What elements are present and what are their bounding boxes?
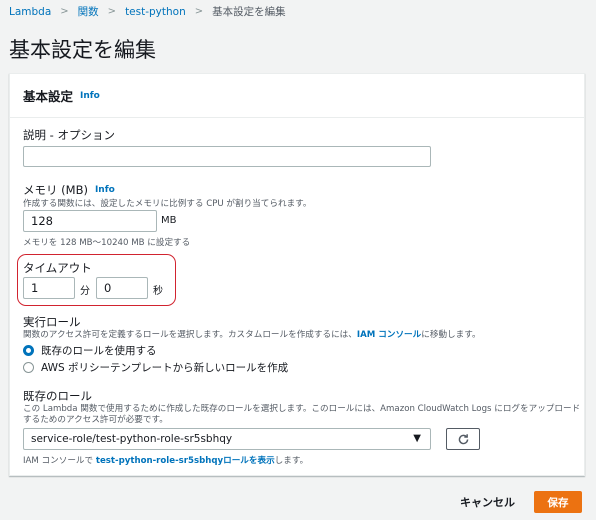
existing-role-selected-value: service-role/test-python-role-sr5sbhqy [31, 433, 233, 445]
basic-settings-panel: 基本設定 Info 説明 - オプション メモリ (MB) Info 作成する関… [9, 73, 585, 476]
radio-checked-icon[interactable] [23, 345, 34, 356]
caret-down-icon: ▼ [413, 433, 421, 444]
memory-hint: メモリを 128 MB～10240 MB に設定する [23, 238, 191, 248]
memory-info-link[interactable]: Info [95, 185, 115, 195]
timeout-label: タイムアウト [23, 261, 92, 275]
memory-label-row: メモリ (MB) Info [23, 182, 115, 198]
refresh-icon [458, 433, 468, 444]
save-button[interactable]: 保存 [534, 491, 582, 513]
iam-console-link[interactable]: IAM コンソール [357, 330, 421, 340]
existing-role-footer-suffix: します。 [274, 456, 309, 466]
view-role-link[interactable]: test-python-role-sr5sbhqyロールを表示 [96, 456, 275, 466]
panel-title: 基本設定 [23, 89, 74, 104]
timeout-minutes-input[interactable] [23, 277, 75, 299]
existing-role-footer-text: IAM コンソールで [23, 456, 96, 466]
memory-unit: MB [161, 215, 177, 226]
execution-role-desc-suffix: に移動します。 [421, 330, 481, 340]
radio-use-existing-role[interactable]: 既存のロールを使用する [23, 343, 157, 358]
panel-header: 基本設定 Info [10, 74, 584, 118]
breadcrumb-current: 基本設定を編集 [212, 6, 286, 18]
breadcrumb: Lambda > 関数 > test-python > 基本設定を編集 [9, 4, 286, 19]
description-label: 説明 - オプション [23, 128, 115, 142]
execution-role-desc-text: 関数のアクセス許可を定義するロールを選択します。カスタムロールを作成するには、 [23, 330, 357, 340]
timeout-seconds-input[interactable] [96, 277, 148, 299]
memory-description: 作成する関数には、設定したメモリに比例する CPU が割り当てられます。 [23, 199, 312, 209]
timeout-minutes-unit: 分 [80, 286, 90, 297]
refresh-button[interactable] [446, 428, 480, 450]
existing-role-footer: IAM コンソールで test-python-role-sr5sbhqyロールを… [23, 454, 308, 466]
memory-input[interactable] [23, 210, 157, 232]
cancel-button[interactable]: キャンセル [460, 494, 515, 510]
chevron-right-icon: > [107, 6, 117, 17]
timeout-seconds-unit: 秒 [153, 286, 163, 297]
radio-create-from-template[interactable]: AWS ポリシーテンプレートから新しいロールを作成 [23, 360, 288, 375]
memory-label: メモリ (MB) [23, 183, 88, 197]
chevron-right-icon: > [60, 6, 69, 17]
radio-use-existing-label: 既存のロールを使用する [41, 345, 157, 357]
radio-create-template-label: AWS ポリシーテンプレートから新しいロールを作成 [41, 362, 289, 374]
description-input[interactable] [23, 146, 431, 167]
chevron-right-icon: > [194, 6, 204, 17]
page-title: 基本設定を編集 [9, 38, 156, 62]
breadcrumb-lambda[interactable]: Lambda [9, 6, 51, 18]
breadcrumb-functions[interactable]: 関数 [78, 4, 99, 19]
existing-role-select[interactable]: service-role/test-python-role-sr5sbhqy ▼ [23, 428, 431, 450]
breadcrumb-function[interactable]: test-python [125, 6, 186, 18]
execution-role-description: 関数のアクセス許可を定義するロールを選択します。カスタムロールを作成するには、I… [23, 328, 481, 340]
panel-info-link[interactable]: Info [80, 91, 100, 101]
radio-unchecked-icon[interactable] [23, 362, 34, 373]
existing-role-description-2: するためのアクセス許可が必要です。 [23, 415, 168, 425]
